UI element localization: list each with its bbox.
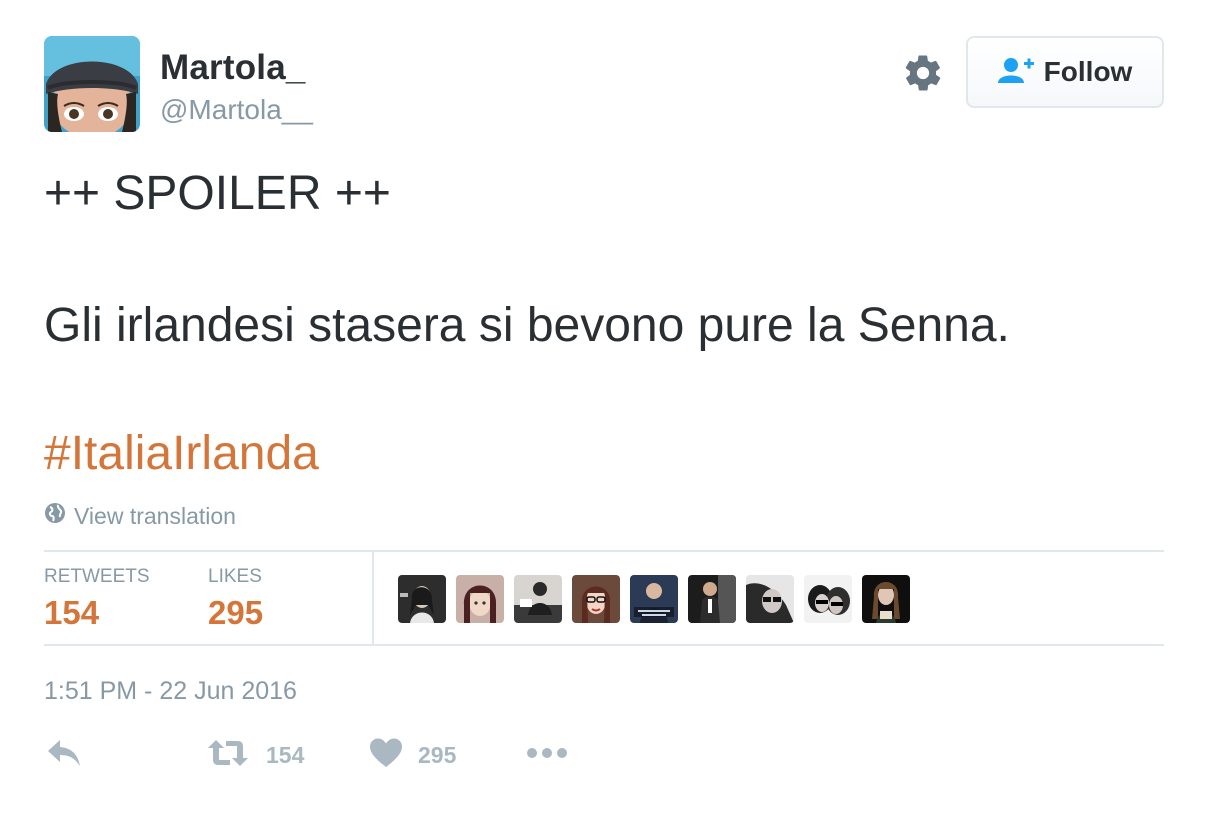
avatar[interactable] (44, 36, 140, 132)
heart-icon (370, 738, 402, 773)
divider (44, 644, 1164, 646)
gear-icon[interactable] (902, 52, 944, 94)
divider (44, 550, 1164, 552)
hashtag-link[interactable]: #ItaliaIrlanda (44, 426, 319, 481)
likes-label: LIKES (208, 566, 262, 587)
view-translation-link[interactable]: View translation (44, 502, 236, 530)
add-user-icon (997, 57, 1034, 88)
tweet-timestamp[interactable]: 1:51 PM - 22 Jun 2016 (44, 677, 297, 706)
retweet-icon (206, 738, 250, 773)
liker-avatar[interactable] (456, 575, 504, 623)
reply-icon (46, 738, 82, 773)
liker-avatar[interactable] (804, 575, 852, 623)
follow-button-label: Follow (1043, 56, 1133, 87)
screen-name[interactable]: @Martola__ (160, 94, 313, 126)
like-button[interactable]: 295 (370, 738, 456, 773)
retweet-count: 154 (266, 742, 305, 768)
display-name[interactable]: Martola_ (160, 48, 306, 88)
liker-avatar[interactable] (514, 575, 562, 623)
avatar-image (44, 36, 140, 132)
tweet-text-line: Gli irlandesi stasera si bevono pure la … (44, 299, 1010, 352)
liker-avatar[interactable] (746, 575, 794, 623)
globe-icon (44, 502, 66, 530)
retweets-label: RETWEETS (44, 566, 150, 587)
stats-divider (372, 552, 374, 644)
follow-button[interactable]: Follow (966, 36, 1164, 108)
liker-avatar[interactable] (862, 575, 910, 623)
retweets-stat[interactable]: RETWEETS 154 (44, 566, 150, 632)
liker-avatar[interactable] (630, 575, 678, 623)
liker-avatars (398, 575, 910, 623)
liker-avatar[interactable] (688, 575, 736, 623)
likes-stat[interactable]: LIKES 295 (208, 566, 263, 632)
like-count: 295 (418, 742, 457, 768)
more-dots-icon (526, 738, 568, 773)
retweet-button[interactable]: 154 (206, 738, 304, 773)
tweet-text-line: ++ SPOILER ++ (44, 167, 391, 220)
reply-button[interactable] (46, 738, 82, 773)
liker-avatar[interactable] (572, 575, 620, 623)
retweets-count: 154 (44, 594, 100, 631)
view-translation-label: View translation (74, 502, 236, 529)
more-button[interactable] (526, 738, 568, 773)
likes-count: 295 (208, 594, 264, 631)
liker-avatar[interactable] (398, 575, 446, 623)
